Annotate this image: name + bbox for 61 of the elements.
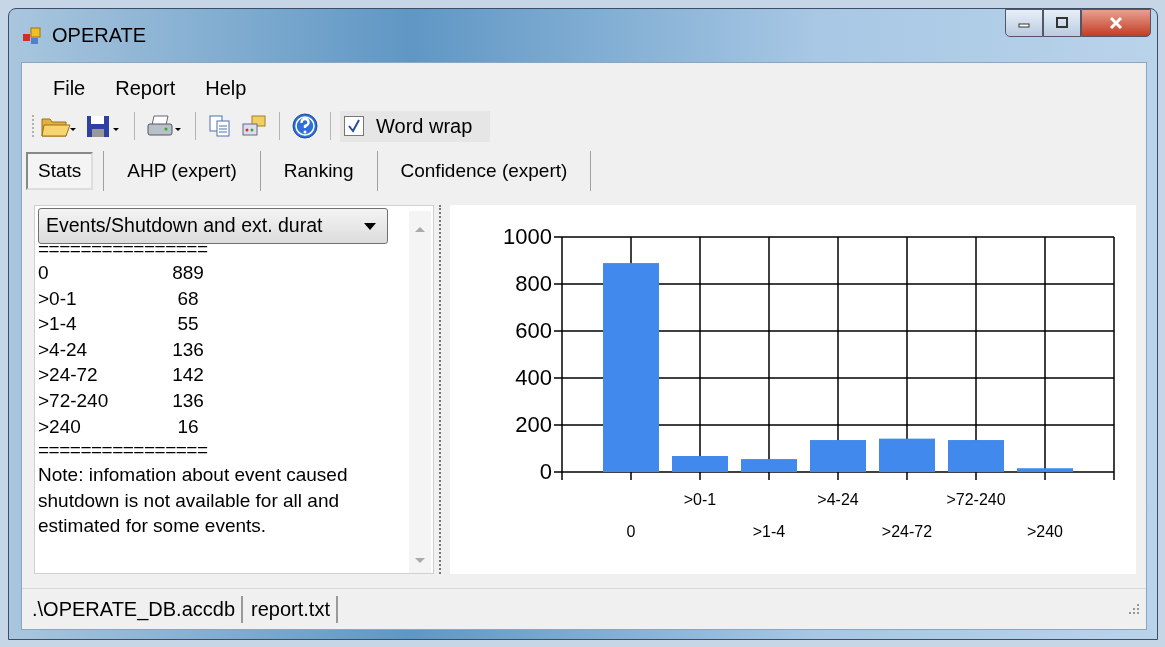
status-panel: report.txt — [249, 595, 338, 623]
y-tick-label: 1000 — [503, 224, 552, 249]
x-tick-label: >240 — [1027, 523, 1063, 540]
menu-item[interactable]: Help — [190, 75, 262, 101]
checkbox[interactable] — [344, 116, 364, 136]
scroll-down-icon[interactable] — [414, 557, 426, 565]
status-panel: .\OPERATE_DB.accdb — [30, 595, 244, 623]
app-icon — [22, 25, 42, 46]
tab[interactable]: Ranking — [270, 153, 367, 189]
x-tick-label: >24-72 — [881, 523, 933, 540]
duration-label: >4-24 — [38, 337, 89, 362]
event-count: 16 — [176, 414, 200, 439]
bar — [879, 438, 935, 472]
close-icon — [1108, 16, 1124, 30]
x-tick-label: >0-1 — [683, 491, 717, 508]
event-count: 142 — [171, 363, 205, 388]
event-count: 68 — [176, 286, 200, 311]
bar — [1017, 468, 1073, 472]
tab[interactable]: Stats — [26, 152, 94, 190]
event-count: 55 — [176, 312, 200, 337]
duration-label: 0 — [38, 261, 50, 285]
event-count: 136 — [171, 337, 205, 362]
tab[interactable]: Confidence (expert) — [387, 153, 581, 189]
duration-label: >72-240 — [38, 388, 110, 413]
window-title: OPERATE — [52, 24, 147, 47]
x-tick-label: >4-24 — [817, 491, 859, 508]
menu-item[interactable]: File — [38, 75, 101, 101]
report-dropdown[interactable]: Events/Shutdown and ext. durat — [38, 208, 388, 244]
y-tick-label: 800 — [515, 271, 552, 296]
bar — [948, 440, 1004, 472]
y-tick-label: 400 — [515, 365, 552, 390]
close-button[interactable] — [1081, 9, 1151, 37]
x-tick-label: >72-240 — [946, 491, 1006, 508]
duration-label: >240 — [38, 414, 82, 439]
duration-label: >24-72 — [38, 363, 99, 388]
y-tick-label: 0 — [539, 459, 552, 484]
scrollbar[interactable] — [409, 211, 431, 573]
maximize-icon — [1055, 17, 1069, 29]
separator-text: ================ — [38, 439, 209, 462]
y-tick-label: 200 — [515, 412, 552, 437]
caret-icon — [363, 221, 377, 231]
help-button[interactable] — [289, 112, 321, 140]
x-tick-label: >1-4 — [752, 523, 786, 540]
tab[interactable]: AHP (expert) — [114, 153, 250, 189]
y-tick-label: 600 — [515, 318, 552, 343]
resize-grip-icon[interactable] — [1126, 602, 1140, 616]
menu-item[interactable]: Report — [100, 75, 191, 101]
maximize-button[interactable] — [1043, 9, 1081, 37]
duration-label: >0-1 — [38, 286, 78, 311]
bar — [741, 459, 797, 472]
scroll-up-icon[interactable] — [414, 225, 426, 233]
duration-label: >1-4 — [38, 312, 78, 337]
note-text: Note: infomation about event caused shutdown is not available for all and estimated for some events. — [38, 463, 349, 539]
minimize-button[interactable] — [1005, 9, 1043, 37]
event-count: 136 — [171, 388, 205, 413]
toolbar-grip-icon — [31, 112, 35, 140]
event-count: 889 — [171, 261, 205, 285]
bar — [810, 440, 866, 472]
x-tick-label: 0 — [626, 523, 636, 540]
bar — [672, 456, 728, 472]
word-wrap-checkbox[interactable]: Word wrap — [340, 110, 491, 142]
